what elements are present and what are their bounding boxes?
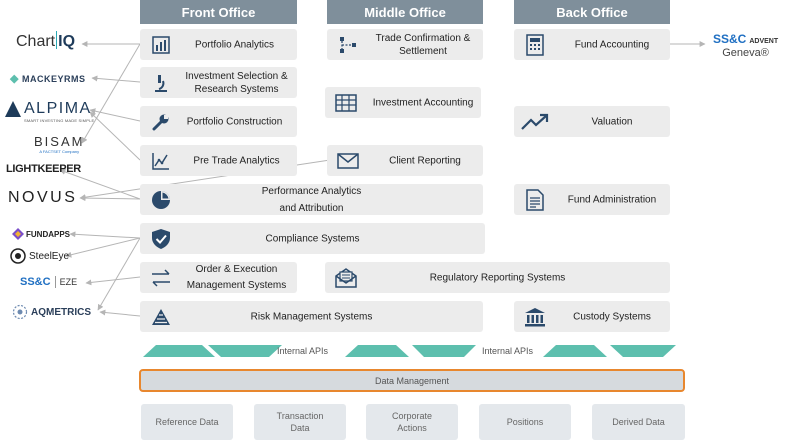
transaction-data-box: Transaction Data — [254, 404, 346, 440]
custody-systems-box: Custody Systems — [514, 301, 670, 332]
positions-box: Positions — [479, 404, 571, 440]
api-up-triangle-1 — [143, 345, 215, 357]
investment-selection-label: Investment Selection & Research Systems — [185, 70, 288, 95]
internal-apis-band — [143, 345, 676, 357]
api-up-triangle-2 — [345, 345, 409, 357]
reference-data-box: Reference Data — [141, 404, 233, 440]
ssc-eze-divider — [54, 276, 56, 288]
pie-chart-icon — [150, 189, 172, 211]
fundapps-logo: FUNDAPPS — [12, 228, 70, 240]
performance-analytics-box: Performance Analytics and Attribution — [140, 184, 483, 215]
trade-confirmation-box: Trade Confirmation & Settlement — [327, 29, 483, 60]
api-up-triangle-3 — [543, 345, 607, 357]
internal-apis-label-left: Internal APIs — [277, 346, 329, 356]
valuation-box: Valuation — [514, 106, 670, 137]
risk-management-label: Risk Management Systems — [250, 311, 373, 322]
line-chart-icon — [150, 150, 172, 172]
fund-accounting-label: Fund Accounting — [574, 39, 650, 50]
investment-accounting-label: Investment Accounting — [372, 97, 474, 108]
portfolio-construction-label: Portfolio Construction — [186, 116, 283, 127]
trade-confirmation-label: Trade Confirmation & Settlement — [375, 32, 471, 57]
back-office-header: Back Office — [514, 0, 670, 24]
portfolio-construction-box: Portfolio Construction — [140, 106, 297, 137]
middle-office-header: Middle Office — [327, 0, 483, 24]
front-office-header: Front Office — [140, 0, 297, 24]
alpima-mark-icon — [5, 101, 21, 117]
valuation-label: Valuation — [591, 116, 633, 127]
pre-trade-analytics-label: Pre Trade Analytics — [193, 155, 280, 166]
portfolio-analytics-label: Portfolio Analytics — [195, 39, 274, 50]
chartiq-divider — [56, 31, 58, 49]
novus-logo: NOVUS — [8, 189, 78, 206]
investment-selection-box: Investment Selection & Research Systems — [140, 67, 297, 98]
risk-management-box: Risk Management Systems — [140, 301, 483, 332]
document-icon — [524, 188, 546, 211]
mackeyrms-logo: ◆ MACKEYRMS — [10, 73, 86, 85]
mackey-mark-icon: ◆ — [10, 73, 19, 85]
calculator-icon — [524, 33, 546, 56]
internal-apis-label-right: Internal APIs — [482, 346, 534, 356]
steeleye-eye-icon — [10, 248, 26, 264]
wrench-icon — [150, 111, 172, 133]
flowchart-icon — [337, 34, 359, 56]
regulatory-reporting-box: Regulatory Reporting Systems — [325, 262, 670, 293]
custody-systems-label: Custody Systems — [573, 311, 651, 322]
fund-administration-label: Fund Administration — [567, 194, 657, 205]
api-down-triangle-3 — [610, 345, 676, 357]
bar-chart-icon — [150, 34, 172, 56]
portfolio-analytics-box: Portfolio Analytics — [140, 29, 297, 60]
microscope-icon — [150, 72, 172, 94]
compliance-systems-box: Compliance Systems — [140, 223, 485, 254]
table-icon — [335, 92, 357, 114]
client-reporting-box: Client Reporting — [327, 145, 483, 176]
chartiq-logo: Chart IQ — [16, 31, 76, 50]
ssc-advent-geneva-logo: SS&C ADVENT Geneva® — [713, 32, 779, 59]
lightkeeper-logo: LIGHTKEEPER — [6, 163, 81, 175]
data-management-bar: Data Management — [139, 369, 685, 392]
client-reporting-label: Client Reporting — [389, 155, 461, 166]
derived-data-box: Derived Data — [592, 404, 685, 440]
regulatory-reporting-label: Regulatory Reporting Systems — [429, 272, 566, 283]
bisam-logo: BISAM A FACTSET Company — [34, 134, 85, 154]
order-execution-box: Order & Execution Management Systems — [140, 262, 297, 293]
pyramid-icon — [150, 306, 172, 328]
bank-icon — [524, 306, 546, 328]
fundapps-mark-icon — [12, 228, 24, 240]
arrows-exchange-icon — [150, 267, 172, 289]
alpima-logo: ALPIMA SMART INVESTING MADE SIMPLE — [4, 100, 94, 123]
performance-analytics-label: Performance Analytics and Attribution — [261, 185, 362, 214]
investment-accounting-box: Investment Accounting — [325, 87, 481, 118]
shield-check-icon — [150, 228, 172, 250]
steeleye-logo: SteelEye — [10, 248, 69, 264]
trend-up-icon — [520, 111, 550, 133]
order-execution-label: Order & Execution Management Systems — [186, 263, 287, 291]
aqmetrics-logo: AQMETRICS — [12, 304, 91, 320]
envelope-icon — [337, 150, 359, 172]
fund-administration-box: Fund Administration — [514, 184, 670, 215]
mail-document-icon — [335, 267, 357, 289]
pre-trade-analytics-box: Pre Trade Analytics — [140, 145, 297, 176]
fund-accounting-box: Fund Accounting — [514, 29, 670, 60]
corporate-actions-box: Corporate Actions — [366, 404, 458, 440]
aqmetrics-mark-icon — [12, 304, 28, 320]
ssc-eze-logo: SS&C EZE — [20, 276, 78, 288]
api-down-triangle-1 — [208, 345, 282, 357]
api-down-triangle-2 — [412, 345, 476, 357]
compliance-systems-label: Compliance Systems — [265, 233, 360, 244]
